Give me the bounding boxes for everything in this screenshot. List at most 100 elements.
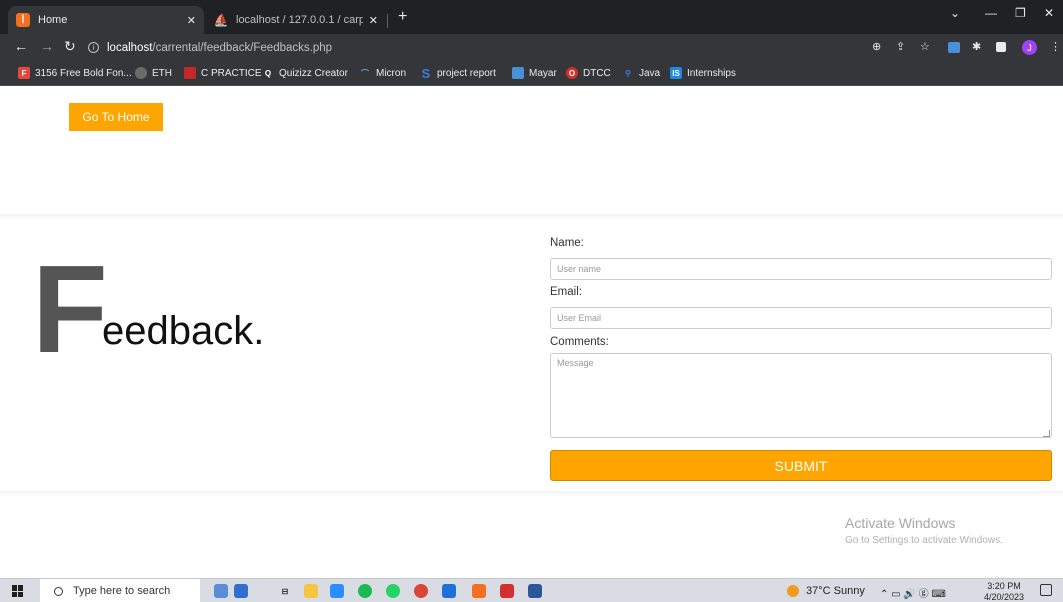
clock-date: 4/20/2023 bbox=[984, 592, 1025, 602]
task-view-icon[interactable]: ⊟ bbox=[278, 584, 292, 598]
comments-textarea[interactable] bbox=[550, 353, 1052, 438]
window-close-icon[interactable]: ✕ bbox=[1044, 6, 1054, 20]
clock-time: 3:20 PM bbox=[987, 581, 1021, 591]
quizizz-icon: Q bbox=[262, 67, 274, 79]
heading-initial-letter: F bbox=[32, 241, 108, 379]
taskbar-search-placeholder: Type here to search bbox=[73, 585, 171, 597]
go-to-home-button[interactable]: Go To Home bbox=[69, 103, 163, 131]
bookmark-label: ETH bbox=[152, 67, 172, 79]
bookmark-label: Java bbox=[639, 67, 661, 79]
address-bar[interactable]: i localhost /carrental/feedback/Feedback… bbox=[88, 37, 868, 58]
word-icon[interactable] bbox=[528, 584, 542, 598]
share-icon[interactable]: ⇪ bbox=[896, 40, 905, 53]
weather-sun-icon bbox=[787, 585, 799, 597]
widgets-icon[interactable] bbox=[214, 584, 228, 598]
font-site-icon: F bbox=[18, 67, 30, 79]
submit-button[interactable]: SUBMIT bbox=[550, 450, 1052, 481]
activate-windows-subtitle: Go to Settings to activate Windows. bbox=[845, 535, 1003, 546]
menu-kebab-icon[interactable]: ⋮ bbox=[1050, 40, 1061, 53]
activate-windows-title: Activate Windows bbox=[845, 515, 956, 531]
info-icon[interactable]: i bbox=[88, 42, 99, 53]
file-explorer-icon[interactable] bbox=[304, 584, 318, 598]
bookmark-label: Mayar bbox=[529, 67, 557, 79]
section-divider bbox=[0, 214, 1063, 220]
bookmark-item[interactable]: O DTCC bbox=[566, 67, 611, 79]
java-icon: ⚲ bbox=[625, 68, 631, 78]
page-viewport: Go To Home F eedback. Name: Email: Comme… bbox=[0, 86, 1063, 548]
zoom-icon[interactable]: ⊕ bbox=[872, 40, 881, 53]
dtcc-icon: O bbox=[566, 67, 578, 79]
taskbar-search-box[interactable]: Type here to search bbox=[40, 579, 200, 602]
windows-taskbar: Type here to search ⊟ 37°C Sunny ⌃ ▭ 🔊 ⓖ… bbox=[0, 578, 1063, 602]
chrome-icon[interactable] bbox=[414, 584, 428, 598]
forward-arrow-icon[interactable]: → bbox=[40, 38, 54, 54]
minimize-icon[interactable]: — bbox=[985, 6, 997, 20]
page-title: eedback. bbox=[102, 309, 265, 353]
bookmark-item[interactable]: IS Internships bbox=[670, 67, 736, 79]
tab-title: Home bbox=[38, 14, 68, 26]
bookmark-label: project report bbox=[437, 67, 496, 79]
bookmark-item[interactable]: ETH bbox=[135, 67, 172, 79]
close-icon[interactable]: ✕ bbox=[369, 14, 378, 27]
bookmark-label: Quizizz Creator bbox=[279, 67, 348, 79]
bookmark-item[interactable]: ⚲ Java bbox=[622, 67, 660, 79]
xampp-icon: ꟾ bbox=[16, 13, 30, 27]
profile-avatar[interactable]: J bbox=[1022, 40, 1037, 55]
bookmark-label: Internships bbox=[687, 67, 736, 79]
c-practice-icon bbox=[184, 67, 196, 79]
windows-start-icon[interactable] bbox=[12, 585, 24, 597]
xampp-taskbar-icon[interactable] bbox=[472, 584, 486, 598]
internships-icon: IS bbox=[670, 67, 682, 79]
name-input[interactable] bbox=[550, 258, 1052, 280]
maximize-icon[interactable]: ❐ bbox=[1015, 6, 1026, 20]
mayar-icon bbox=[512, 67, 524, 79]
comments-label: Comments: bbox=[550, 336, 609, 348]
browser-toolbar: ← → ↻ i localhost /carrental/feedback/Fe… bbox=[0, 34, 1063, 61]
bookmark-label: 3156 Free Bold Fon... bbox=[35, 67, 132, 79]
bookmark-item[interactable]: C PRACTICE bbox=[184, 67, 262, 79]
bookmark-label: DTCC bbox=[583, 67, 611, 79]
section-divider bbox=[0, 491, 1063, 497]
weather-readout[interactable]: 37°C Sunny bbox=[806, 585, 865, 597]
bookmark-item[interactable]: Mayar bbox=[512, 67, 557, 79]
project-report-icon: S bbox=[421, 65, 431, 81]
bookmark-item[interactable]: Q Quizizz Creator bbox=[262, 67, 348, 79]
bookmark-item[interactable]: S project report bbox=[420, 65, 496, 81]
bookmarks-bar: F 3156 Free Bold Fon... ETH C PRACTICE Q… bbox=[0, 61, 1063, 86]
name-label: Name: bbox=[550, 237, 584, 249]
micron-icon: ⌒ bbox=[361, 68, 369, 78]
tab-phpmyadmin[interactable]: ⛵ localhost / 127.0.0.1 / carproject ✕ bbox=[206, 6, 386, 34]
browser-tab-strip: ꟾ Home ✕ ⛵ localhost / 127.0.0.1 / carpr… bbox=[0, 0, 1063, 34]
bookmark-star-icon[interactable]: ☆ bbox=[920, 40, 930, 53]
new-tab-button[interactable]: + bbox=[398, 8, 407, 26]
eth-icon bbox=[135, 67, 147, 79]
extension-icon[interactable] bbox=[948, 42, 960, 53]
notification-center-icon[interactable] bbox=[1040, 584, 1052, 596]
acrobat-icon[interactable] bbox=[500, 584, 514, 598]
taskbar-clock[interactable]: 3:20 PM 4/20/2023 bbox=[984, 581, 1024, 602]
side-panel-icon[interactable] bbox=[996, 42, 1006, 52]
reload-icon[interactable]: ↻ bbox=[64, 38, 76, 55]
bookmark-label: C PRACTICE bbox=[201, 67, 262, 79]
email-label: Email: bbox=[550, 286, 582, 298]
system-tray-icons[interactable]: ⌃ ▭ 🔊 ⓖ ⌨ bbox=[880, 585, 946, 600]
zoom-app-icon[interactable] bbox=[330, 584, 344, 598]
bookmark-item[interactable]: ⌒ Micron bbox=[359, 67, 406, 79]
tab-title: localhost / 127.0.0.1 / carproject bbox=[236, 14, 363, 26]
vscode-icon[interactable] bbox=[442, 584, 456, 598]
spotify-icon[interactable] bbox=[358, 584, 372, 598]
close-icon[interactable]: ✕ bbox=[187, 14, 196, 27]
url-host: localhost bbox=[107, 41, 153, 54]
back-arrow-icon[interactable]: ← bbox=[14, 38, 28, 54]
bookmark-item[interactable]: F 3156 Free Bold Fon... bbox=[18, 67, 132, 79]
textarea-resize-handle[interactable] bbox=[1043, 430, 1050, 437]
tab-home[interactable]: ꟾ Home ✕ bbox=[8, 6, 204, 34]
tab-search-icon[interactable]: ⌄ bbox=[950, 6, 960, 20]
cortana-icon[interactable] bbox=[234, 584, 248, 598]
url-path: /carrental/feedback/Feedbacks.php bbox=[152, 41, 333, 54]
tab-separator bbox=[387, 14, 388, 28]
extensions-puzzle-icon[interactable]: ✱ bbox=[972, 40, 981, 53]
search-icon bbox=[54, 586, 63, 596]
email-input[interactable] bbox=[550, 307, 1052, 329]
whatsapp-icon[interactable] bbox=[386, 584, 400, 598]
